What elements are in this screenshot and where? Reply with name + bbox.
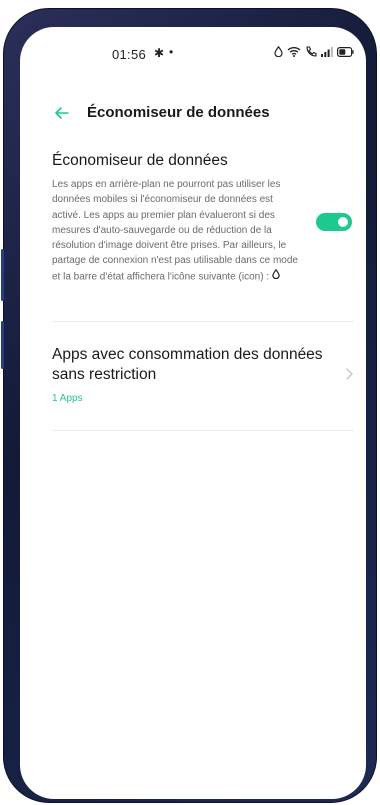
hd-call-icon — [305, 46, 317, 57]
battery-icon — [337, 46, 354, 57]
volume-button — [1, 249, 4, 301]
power-button — [1, 321, 4, 369]
toggle-knob — [338, 217, 348, 227]
data-saver-icon — [272, 268, 280, 284]
back-arrow-icon[interactable] — [52, 103, 72, 123]
page-title: Économiseur de données — [87, 104, 270, 121]
status-time: 01:56 — [112, 47, 147, 62]
data-saver-section: Économiseur de données Les apps en arriè… — [52, 151, 352, 284]
data-saver-description-text: Les apps en arrière-plan ne pourront pas… — [52, 179, 298, 283]
phone-frame: 01:56 ✱ • Économiseur de données Économi… — [1, 8, 377, 803]
notification-dot-icon: • — [169, 45, 174, 59]
unrestricted-apps-row[interactable]: Apps avec consommation des données sans … — [40, 345, 354, 421]
unrestricted-apps-count: 1 Apps — [52, 393, 83, 404]
status-icons — [274, 46, 354, 57]
chevron-right-icon — [344, 367, 354, 381]
wifi-icon — [287, 46, 301, 57]
divider — [52, 321, 354, 322]
settings-gear-icon: ✱ — [154, 46, 165, 60]
signal-icon — [321, 46, 333, 57]
status-bar: 01:56 ✱ • — [20, 27, 366, 77]
data-saver-description: Les apps en arrière-plan ne pourront pas… — [52, 177, 302, 284]
screen: 01:56 ✱ • Économiseur de données Économi… — [20, 27, 366, 799]
data-saver-title: Économiseur de données — [52, 152, 228, 169]
data-saver-toggle[interactable] — [316, 213, 352, 231]
unrestricted-apps-title: Apps avec consommation des données sans … — [52, 346, 323, 383]
header: Économiseur de données — [20, 99, 366, 129]
divider — [52, 430, 354, 431]
data-saver-icon — [274, 46, 283, 57]
